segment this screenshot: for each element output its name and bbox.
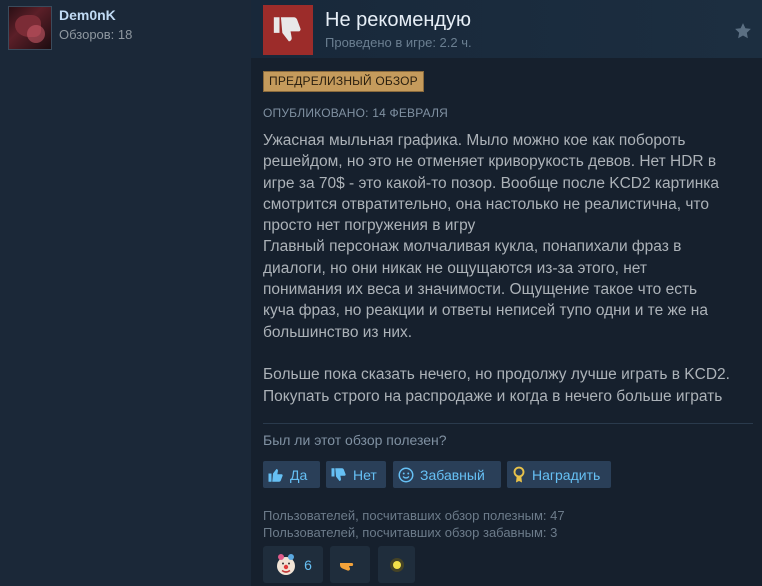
posted-date: ОПУБЛИКОВАНО: 14 ФЕВРАЛЯ (263, 106, 449, 120)
thumbs-up-icon (268, 468, 283, 482)
hours-played: Проведено в игре: 2.2 ч. (325, 35, 472, 50)
avatar[interactable] (8, 6, 52, 50)
review-verdict[interactable]: Не рекомендую (325, 9, 471, 32)
vote-no-label: Нет (353, 466, 377, 483)
award-button[interactable]: Наградить (507, 461, 611, 488)
username-link[interactable]: Dem0nK (59, 7, 116, 23)
vote-funny-button[interactable]: Забавный (393, 461, 501, 488)
helpful-count: Пользователей, посчитавших обзор полезны… (263, 508, 565, 523)
pointing-hand-icon (340, 562, 354, 571)
award-medal-icon (513, 466, 525, 482)
funny-count: Пользователей, посчитавших обзор забавны… (263, 525, 558, 540)
reviews-count-link[interactable]: Обзоров: 18 (59, 27, 132, 42)
smiley-icon (398, 467, 414, 482)
award-item-pointer[interactable] (330, 546, 370, 583)
helpful-question: Был ли этот обзор полезен? (263, 432, 447, 448)
glowing-orb-icon (389, 557, 404, 572)
vote-funny-label: Забавный (420, 466, 485, 483)
reviewer-column: Dem0nK Обзоров: 18 (0, 0, 248, 586)
award-clown-count: 6 (304, 556, 312, 573)
award-item-orb[interactable] (378, 546, 415, 583)
award-item-clown[interactable]: 6 (263, 546, 323, 583)
thumbs-down-icon (331, 467, 346, 481)
review-panel: Не рекомендую Проведено в игре: 2.2 ч. П… (251, 0, 762, 586)
early-access-badge: ПРЕДРЕЛИЗНЫЙ ОБЗОР (263, 71, 424, 92)
vote-yes-button[interactable]: Да (263, 461, 320, 488)
vote-yes-label: Да (290, 466, 308, 483)
avatar-art-accent (27, 25, 45, 43)
review-body: Ужасная мыльная графика. Мыло можно кое … (263, 132, 730, 405)
review-header: Не рекомендую Проведено в игре: 2.2 ч. (251, 0, 762, 58)
thumbs-down-icon[interactable] (263, 5, 313, 55)
clown-face-icon (277, 553, 296, 575)
vote-no-button[interactable]: Нет (326, 461, 386, 488)
star-icon[interactable] (734, 22, 752, 40)
divider (263, 423, 753, 424)
award-label: Наградить (532, 466, 601, 483)
